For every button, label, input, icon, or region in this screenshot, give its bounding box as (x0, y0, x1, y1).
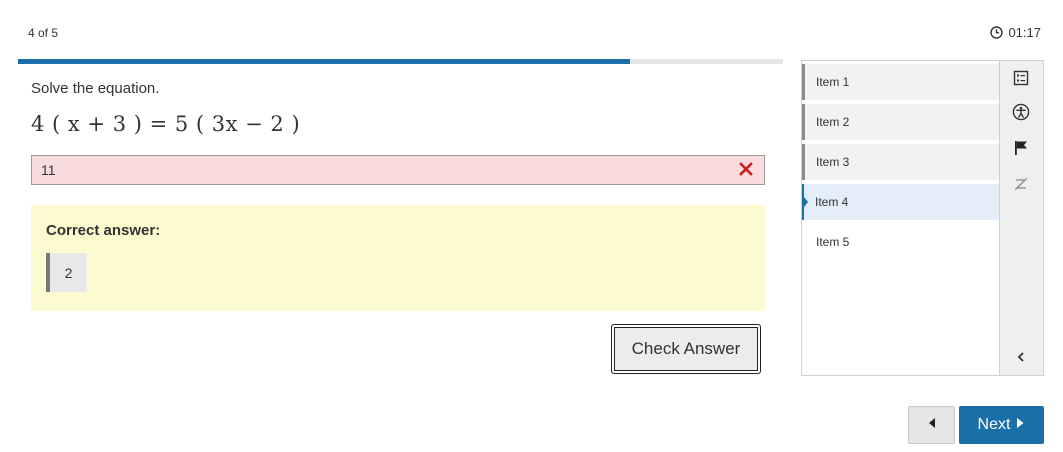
sidebar-item-label: Item 1 (816, 75, 850, 89)
correct-answer-value: 2 (46, 253, 87, 292)
correct-answer-panel: Correct answer: 2 (31, 205, 765, 311)
next-button[interactable]: Next (959, 406, 1044, 444)
chevron-left-icon[interactable] (1011, 347, 1031, 367)
check-answer-button[interactable]: Check Answer (611, 324, 761, 374)
clock-icon (990, 26, 1004, 39)
sidebar-item-4[interactable]: Item 4 (802, 184, 999, 220)
sidebar-item-label: Item 5 (816, 235, 850, 249)
timer: 01:17 (990, 25, 1041, 40)
tool-rail (999, 61, 1043, 375)
sidebar-item-5[interactable]: Item 5 (802, 224, 999, 260)
eraser-icon[interactable] (1011, 174, 1031, 194)
sidebar-item-label: Item 4 (815, 195, 849, 209)
accessibility-icon[interactable] (1011, 102, 1031, 122)
caret-left-icon (927, 416, 937, 434)
answer-value: 11 (41, 162, 56, 178)
sidebar-item-2[interactable]: Item 2 (802, 104, 999, 140)
caret-right-icon (1016, 416, 1025, 434)
item-navigation-panel: Item 1 Item 2 Item 3 Item 4 Item 5 (801, 60, 1044, 376)
flag-icon[interactable] (1011, 138, 1031, 158)
answer-input[interactable]: 11 (31, 155, 765, 185)
list-icon[interactable] (1011, 68, 1031, 88)
equation: 4 ( x + 3 ) = 5 ( 3x − 2 ) (31, 112, 301, 136)
sidebar-item-label: Item 2 (816, 115, 850, 129)
progress-bar-fill (18, 59, 630, 64)
next-button-label: Next (977, 416, 1011, 433)
previous-button[interactable] (908, 406, 955, 444)
sidebar-item-label: Item 3 (816, 155, 850, 169)
item-list: Item 1 Item 2 Item 3 Item 4 Item 5 (802, 64, 999, 264)
question-prompt: Solve the equation. (31, 80, 160, 97)
incorrect-x-icon (738, 161, 754, 177)
correct-answer-title: Correct answer: (46, 222, 161, 239)
sidebar-item-3[interactable]: Item 3 (802, 144, 999, 180)
timer-value: 01:17 (1008, 25, 1041, 40)
sidebar-item-1[interactable]: Item 1 (802, 64, 999, 100)
progress-bar (18, 59, 783, 64)
progress-label: 4 of 5 (28, 26, 59, 40)
